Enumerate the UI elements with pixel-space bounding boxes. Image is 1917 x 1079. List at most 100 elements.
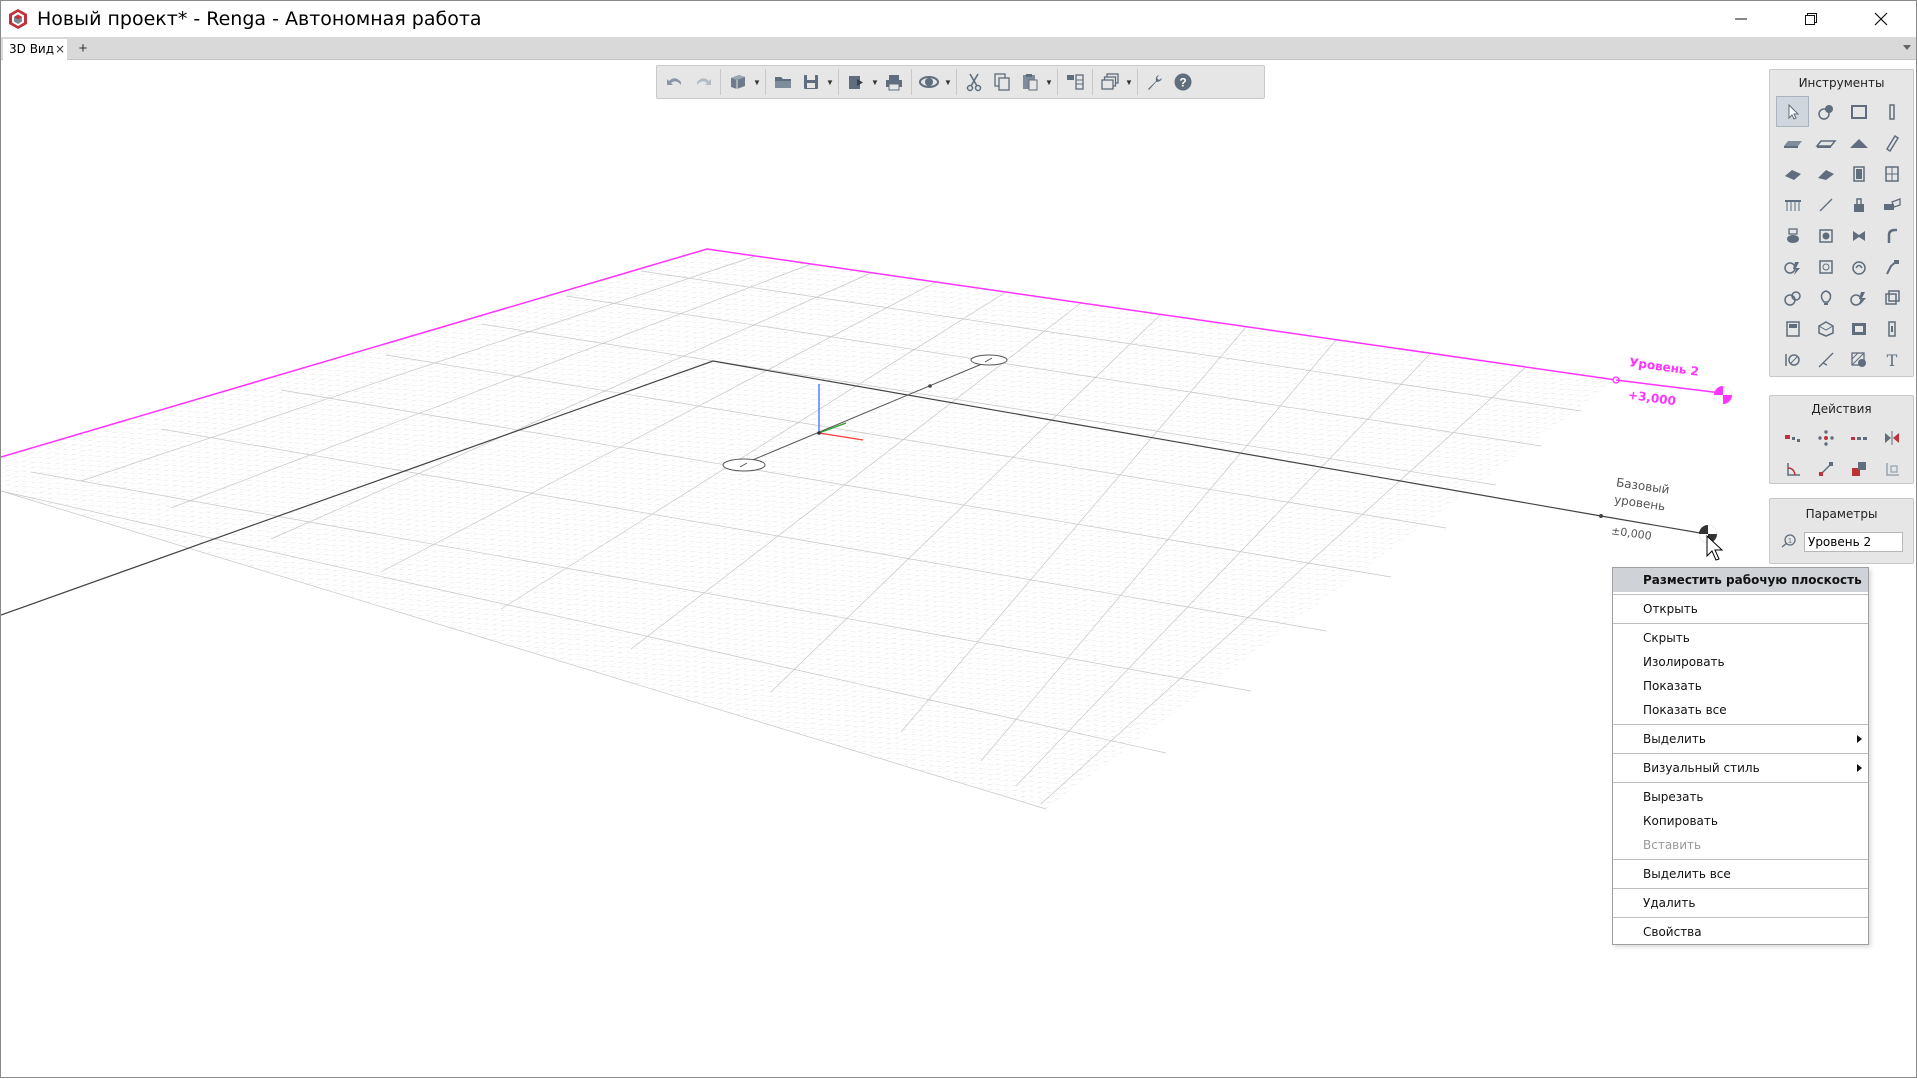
- door-tool[interactable]: [1842, 158, 1875, 189]
- toolbar-separator: [838, 69, 839, 95]
- tab-list-chevron-icon[interactable]: [1902, 42, 1912, 52]
- select-tool[interactable]: [1776, 96, 1809, 127]
- ramp-icon: [1817, 169, 1834, 180]
- level-button[interactable]: [1061, 68, 1089, 96]
- menu-separator: [1613, 594, 1868, 595]
- floor-tool[interactable]: [1809, 127, 1842, 158]
- layers-dropdown[interactable]: ▼: [1124, 68, 1134, 96]
- ramp-tool[interactable]: [1809, 158, 1842, 189]
- section-tool[interactable]: [1776, 313, 1809, 344]
- switch-tool[interactable]: [1875, 282, 1908, 313]
- cable-tool[interactable]: [1875, 251, 1908, 282]
- menu-item-visual-style[interactable]: Визуальный стиль: [1613, 756, 1868, 780]
- paste-dropdown[interactable]: ▼: [1044, 68, 1054, 96]
- dimension-tool[interactable]: [1776, 344, 1809, 375]
- menu-item-copy[interactable]: Копировать: [1613, 809, 1868, 833]
- window-tool[interactable]: [1875, 158, 1908, 189]
- menu-item-cut[interactable]: Вырезать: [1613, 785, 1868, 809]
- text-tool[interactable]: T: [1875, 344, 1908, 375]
- beam-tool[interactable]: [1875, 127, 1908, 158]
- wiring-device-tool[interactable]: [1776, 282, 1809, 313]
- export-dropdown[interactable]: ▼: [870, 68, 880, 96]
- array-action[interactable]: [1842, 422, 1875, 453]
- toolbar-separator: [720, 69, 721, 95]
- menu-item-delete[interactable]: Удалить: [1613, 891, 1868, 915]
- export-button[interactable]: [842, 68, 870, 96]
- copy-button[interactable]: [988, 68, 1016, 96]
- parameters-panel: Параметры 1 Уровень 2: [1769, 498, 1914, 564]
- open-button[interactable]: [769, 68, 797, 96]
- electric-panel-tool[interactable]: [1842, 282, 1875, 313]
- move-action[interactable]: [1776, 422, 1809, 453]
- tools-grid: T: [1770, 96, 1913, 375]
- view-cube-dropdown[interactable]: ▼: [752, 68, 762, 96]
- elevation-mark-tool[interactable]: [1809, 344, 1842, 375]
- room-tool[interactable]: [1842, 96, 1875, 127]
- tab-close-icon[interactable]: ×: [55, 39, 65, 60]
- cut-button[interactable]: [960, 68, 988, 96]
- menu-item-open[interactable]: Открыть: [1613, 597, 1868, 621]
- menu-item-place-workplane[interactable]: Разместить рабочую плоскость: [1613, 568, 1868, 592]
- hole-tool[interactable]: [1875, 313, 1908, 344]
- paste-button[interactable]: [1016, 68, 1044, 96]
- save-button[interactable]: [797, 68, 825, 96]
- lighting-fixture-tool[interactable]: [1809, 251, 1842, 282]
- help-button[interactable]: ?: [1169, 68, 1197, 96]
- pipe-accessory-tool[interactable]: [1842, 220, 1875, 251]
- view-cube-button[interactable]: [724, 68, 752, 96]
- mirror-action[interactable]: [1875, 422, 1908, 453]
- assembly-tool[interactable]: [1809, 96, 1842, 127]
- tab-3d-view[interactable]: 3D Вид ×: [3, 39, 67, 60]
- save-dropdown[interactable]: ▼: [825, 68, 835, 96]
- electrical-circuit-tool[interactable]: [1842, 251, 1875, 282]
- plumbing-fixture-tool[interactable]: [1776, 220, 1809, 251]
- add-tab-button[interactable]: +: [75, 39, 91, 58]
- level-parameter-field[interactable]: Уровень 2: [1804, 532, 1903, 552]
- wall-tool[interactable]: [1776, 127, 1809, 158]
- settings-button[interactable]: [1141, 68, 1169, 96]
- minimize-button[interactable]: [1706, 1, 1776, 37]
- align-action[interactable]: [1842, 453, 1875, 484]
- menu-separator: [1613, 888, 1868, 889]
- mechanical-equipment-tool[interactable]: [1809, 220, 1842, 251]
- roof-tool[interactable]: [1842, 127, 1875, 158]
- restore-button[interactable]: [1776, 1, 1846, 37]
- layers-button[interactable]: [1096, 68, 1124, 96]
- menu-item-select[interactable]: Выделить: [1613, 727, 1868, 751]
- minimize-icon: [1735, 18, 1747, 20]
- scale-action[interactable]: [1809, 453, 1842, 484]
- menu-item-label: Удалить: [1643, 896, 1696, 910]
- stair-tool[interactable]: [1776, 158, 1809, 189]
- railing-tool[interactable]: [1776, 189, 1809, 220]
- text-icon: T: [1886, 351, 1897, 369]
- view-cube-icon: [731, 75, 745, 89]
- electrical-equipment-tool[interactable]: [1776, 251, 1809, 282]
- opening-tool[interactable]: [1842, 313, 1875, 344]
- menu-item-show[interactable]: Показать: [1613, 674, 1868, 698]
- column-tool[interactable]: [1875, 96, 1908, 127]
- light-tool[interactable]: [1809, 282, 1842, 313]
- menu-item-properties[interactable]: Свойства: [1613, 920, 1868, 944]
- model-object-tool[interactable]: [1809, 313, 1842, 344]
- export-icon: [849, 76, 863, 89]
- duct-tool[interactable]: [1875, 189, 1908, 220]
- orbit-button[interactable]: [915, 68, 943, 96]
- hatch-tool[interactable]: [1842, 344, 1875, 375]
- menu-item-isolate[interactable]: Изолировать: [1613, 650, 1868, 674]
- menu-item-paste[interactable]: Вставить: [1613, 833, 1868, 857]
- menu-item-label: Скрыть: [1643, 631, 1690, 645]
- undo-button[interactable]: [661, 68, 689, 96]
- redo-button[interactable]: [689, 68, 717, 96]
- copy-action[interactable]: [1809, 422, 1842, 453]
- line-tool[interactable]: [1809, 189, 1842, 220]
- equipment-tool[interactable]: [1842, 189, 1875, 220]
- close-button[interactable]: [1846, 1, 1916, 37]
- trim-action[interactable]: [1875, 453, 1908, 484]
- orbit-dropdown[interactable]: ▼: [943, 68, 953, 96]
- menu-item-hide[interactable]: Скрыть: [1613, 626, 1868, 650]
- menu-item-show-all[interactable]: Показать все: [1613, 698, 1868, 722]
- pipe-fitting-tool[interactable]: [1875, 220, 1908, 251]
- print-button[interactable]: [880, 68, 908, 96]
- rotate-action[interactable]: [1776, 453, 1809, 484]
- menu-item-select-all[interactable]: Выделить все: [1613, 862, 1868, 886]
